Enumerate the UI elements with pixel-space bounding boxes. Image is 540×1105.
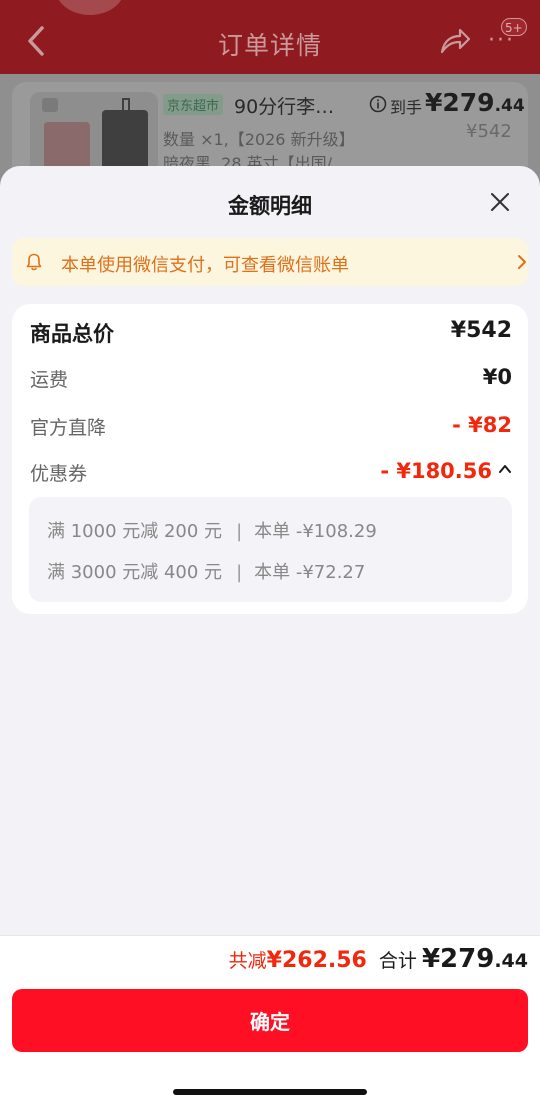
total-amount-int: ¥279 (421, 944, 495, 974)
info-icon (369, 95, 387, 113)
goods-total-row: 商品总价 ¥542 (30, 318, 512, 348)
chevron-up-icon[interactable] (498, 462, 512, 476)
order-detail-header: 订单详情 ··· 5+ (0, 0, 540, 74)
official-discount-row: 官方直降 - ¥82 (30, 413, 512, 443)
arrival-price-int: ¥279 (425, 88, 495, 117)
notification-badge: 5+ (501, 18, 527, 36)
arrival-price: ¥279.44 (425, 88, 525, 117)
coupon-applied: 本单 -¥108.29 (254, 521, 377, 542)
header-decoration (55, 0, 125, 15)
coupon-value: - ¥180.56 (380, 459, 492, 483)
confirm-button[interactable]: 确定 (12, 989, 528, 1052)
wechat-pay-notice[interactable]: 本单使用微信支付，可查看微信账单 (12, 238, 528, 286)
total-amount-dec: .44 (494, 950, 528, 972)
shipping-label: 运费 (30, 369, 69, 391)
shipping-value: ¥0 (482, 365, 512, 389)
coupon-value-wrap: - ¥180.56 (380, 459, 512, 483)
coupon-item: 满 3000 元减 400 元 | 本单 -¥72.27 (47, 558, 365, 584)
saved-amount: ¥262.56 (266, 948, 367, 973)
close-icon[interactable] (486, 188, 514, 216)
original-price: ¥542 (466, 121, 512, 142)
bottom-bar: 共减¥262.56 合计 ¥279.44 确定 (0, 935, 540, 1105)
amount-detail-card: 商品总价 ¥542 运费 ¥0 官方直降 - ¥82 优惠券 - ¥180.56… (12, 304, 528, 614)
promo-label-image (44, 122, 90, 172)
coupon-separator: | (236, 562, 243, 583)
coupon-label: 优惠券 (30, 463, 88, 485)
product-name: 90分行李… (234, 96, 335, 118)
coupon-detail-box: 满 1000 元减 200 元 | 本单 -¥108.29 满 3000 元减 40… (29, 497, 512, 602)
bell-icon (26, 253, 42, 271)
more-dots-icon: ··· (488, 28, 515, 53)
coupon-applied: 本单 -¥72.27 (254, 562, 366, 583)
goods-total-label: 商品总价 (30, 322, 114, 346)
store-tag: 京东超市 (163, 94, 224, 115)
home-indicator (173, 1089, 367, 1095)
shipping-row: 运费 ¥0 (30, 365, 512, 395)
coupon-rule: 满 1000 元减 200 元 (47, 521, 223, 542)
chevron-right-icon (518, 255, 526, 269)
coupon-separator: | (236, 521, 243, 542)
total-label: 合计 (378, 950, 417, 972)
coupon-item: 满 1000 元减 200 元 | 本单 -¥108.29 (47, 517, 377, 543)
product-spec-line-1: 数量 ×1,【2026 新升级】 (163, 130, 355, 149)
coupon-rule: 满 3000 元减 400 元 (47, 562, 223, 583)
arrival-price-dec: .44 (494, 96, 525, 116)
saved-label: 共减 (228, 950, 267, 972)
goods-total-value: ¥542 (450, 318, 512, 343)
official-discount-label: 官方直降 (30, 417, 107, 439)
notice-text: 本单使用微信支付，可查看微信账单 (61, 255, 349, 276)
share-icon (440, 28, 471, 54)
price-summary: 共减¥262.56 合计 ¥279.44 (229, 944, 528, 974)
coupon-row[interactable]: 优惠券 - ¥180.56 (30, 459, 512, 489)
brand-logo-icon (42, 98, 58, 112)
official-discount-value: - ¥82 (452, 413, 512, 437)
sheet-title: 金额明细 (228, 194, 312, 218)
arrival-price-label: 到手 (390, 98, 423, 117)
